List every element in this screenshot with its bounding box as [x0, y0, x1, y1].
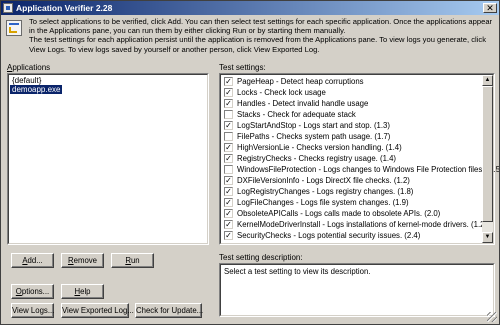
- test-setting-label: LogStartAndStop - Logs start and stop. (…: [237, 121, 390, 130]
- checkbox-checked-icon[interactable]: ✓: [224, 187, 233, 196]
- scroll-thumb[interactable]: [482, 86, 493, 222]
- scroll-down-icon[interactable]: ▼: [482, 232, 493, 243]
- application-item[interactable]: {default}: [10, 76, 43, 85]
- close-button[interactable]: ✕: [483, 3, 497, 13]
- instructions: To select applications to be verified, c…: [29, 17, 497, 54]
- applications-list[interactable]: {default} demoapp.exe: [7, 73, 209, 245]
- view-exported-log-button[interactable]: View Exported Log...: [61, 303, 134, 318]
- test-setting-label: SecurityChecks - Logs potential security…: [237, 231, 421, 240]
- app-window: Application Verifier 2.28 ✕ To select ap…: [0, 0, 500, 325]
- run-button[interactable]: Run: [111, 253, 154, 268]
- checkbox-checked-icon[interactable]: ✓: [224, 176, 233, 185]
- test-setting-label: Stacks - Check for adequate stack: [237, 110, 356, 119]
- test-setting-label: Locks - Check lock usage: [237, 88, 326, 97]
- checkbox-checked-icon[interactable]: ✓: [224, 77, 233, 86]
- checkbox-checked-icon[interactable]: ✓: [224, 220, 233, 229]
- test-setting-label: ObsoleteAPICalls - Logs calls made to ob…: [237, 209, 441, 218]
- options-button[interactable]: Options...: [11, 284, 54, 299]
- help-button[interactable]: Help: [61, 284, 104, 299]
- test-settings-scrollbar[interactable]: ▲ ▼: [482, 75, 493, 243]
- test-setting-label: Handles - Detect invalid handle usage: [237, 99, 369, 108]
- checkbox-empty-icon[interactable]: [224, 165, 233, 174]
- test-setting-label: KernelModeDriverInstall - Logs installat…: [237, 220, 488, 229]
- test-setting-label: PageHeap - Detect heap corruptions: [237, 77, 364, 86]
- test-settings-label: Test settings:: [219, 63, 266, 72]
- checkbox-checked-icon[interactable]: ✓: [224, 198, 233, 207]
- checkbox-checked-icon[interactable]: ✓: [224, 209, 233, 218]
- check-for-update-button[interactable]: Check for Update...: [135, 303, 203, 318]
- instructions-paragraph-2: The test settings for each application p…: [29, 35, 486, 54]
- app-verifier-icon: [3, 3, 13, 13]
- test-setting-label: LogRegistryChanges - Logs registry chang…: [237, 187, 414, 196]
- checkbox-checked-icon[interactable]: ✓: [224, 121, 233, 130]
- window-title: Application Verifier 2.28: [16, 3, 113, 13]
- test-setting-label: WindowsFileProtection - Logs changes to …: [237, 165, 500, 174]
- checkbox-checked-icon[interactable]: ✓: [224, 88, 233, 97]
- add-button[interactable]: Add...: [11, 253, 54, 268]
- description-text: Select a test setting to view its descri…: [224, 267, 371, 276]
- title-bar[interactable]: Application Verifier 2.28 ✕: [1, 1, 499, 15]
- view-logs-button[interactable]: View Logs...: [11, 303, 54, 318]
- checkbox-checked-icon[interactable]: ✓: [224, 154, 233, 163]
- test-setting-label: DXFileVersionInfo - Logs DirectX file ch…: [237, 176, 410, 185]
- checkbox-empty-icon[interactable]: [224, 110, 233, 119]
- description-box: Select a test setting to view its descri…: [219, 263, 495, 317]
- resize-grip-icon[interactable]: [487, 312, 497, 322]
- test-setting-label: RegistryChecks - Checks registry usage. …: [237, 154, 397, 163]
- test-setting-label: HighVersionLie - Checks version handling…: [237, 143, 402, 152]
- checkbox-checked-icon[interactable]: ✓: [224, 99, 233, 108]
- application-item[interactable]: demoapp.exe: [10, 85, 63, 94]
- description-label: Test setting description:: [219, 253, 303, 262]
- checkbox-checked-icon[interactable]: ✓: [224, 143, 233, 152]
- scroll-up-icon[interactable]: ▲: [482, 75, 493, 86]
- remove-button[interactable]: Remove: [61, 253, 104, 268]
- applications-label: Applications: [7, 63, 51, 72]
- checkbox-checked-icon[interactable]: ✓: [224, 231, 233, 240]
- test-setting-label: LogFileChanges - Logs file system change…: [237, 198, 409, 207]
- checkbox-empty-icon[interactable]: [224, 132, 233, 141]
- test-settings-list[interactable]: ✓ PageHeap - Detect heap corruptions ✓ Lock…: [219, 73, 499, 245]
- info-icon: [6, 20, 22, 36]
- instructions-paragraph-1: To select applications to be verified, c…: [29, 17, 493, 36]
- test-setting-label: FilePaths - Checks system path usage. (1…: [237, 132, 391, 141]
